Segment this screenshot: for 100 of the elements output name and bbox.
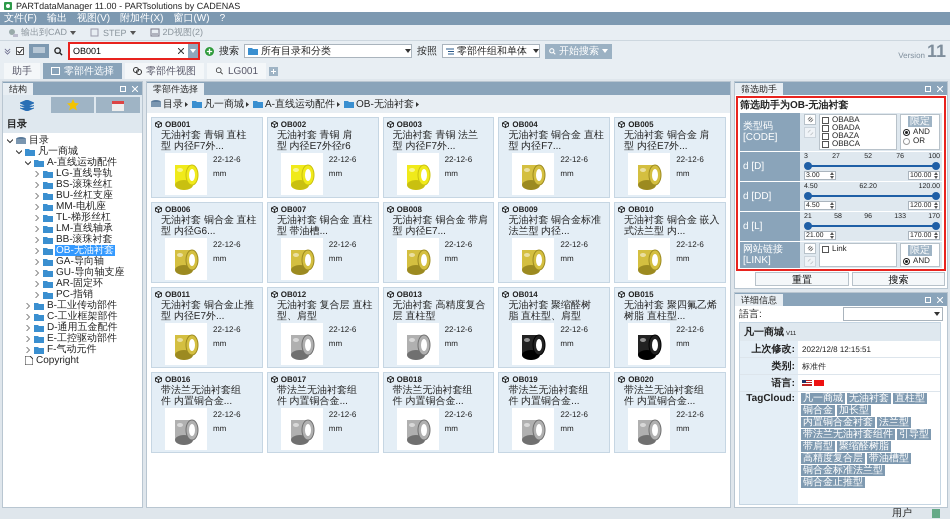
chevron-right-icon[interactable] — [25, 302, 31, 308]
breadcrumb-item[interactable]: 目录 — [151, 97, 188, 111]
breadcrumb-item[interactable]: A-直线运动配件 — [253, 97, 340, 111]
chevron-right-icon[interactable] — [34, 248, 40, 254]
part-card[interactable]: OB014 无油衬套 聚缩醛树脂 直柱型、肩型 22-12-6 mm — [498, 287, 610, 368]
chevron-right-icon[interactable] — [25, 346, 31, 352]
chevron-right-icon[interactable] — [34, 280, 40, 286]
radio-button[interactable] — [903, 138, 910, 144]
part-card[interactable]: OB002 无油衬套 青铜 肩型 内径E7外径r6 22-12-6 mm — [266, 117, 379, 198]
link-button[interactable] — [804, 114, 816, 125]
part-card[interactable]: OB006 无油衬套 铜合金 直柱型 内径G6... 22-12-6 mm — [151, 202, 263, 283]
checkbox[interactable] — [822, 140, 829, 148]
radio-button[interactable] — [903, 258, 910, 264]
chevron-right-icon[interactable] — [34, 236, 40, 242]
maximize-icon[interactable] — [925, 86, 931, 92]
checkbox-list[interactable]: Link — [819, 243, 897, 267]
chevron-right-icon[interactable] — [25, 336, 31, 342]
chevron-right-icon[interactable] — [34, 226, 40, 232]
tree-item[interactable]: MM-电机座 — [55, 201, 107, 212]
part-card[interactable]: OB012 无油衬套 复合层 直柱型、肩型 22-12-6 mm — [266, 287, 379, 368]
part-card[interactable]: OB008 无油衬套 铜合金 带肩型 内径E7... 22-12-6 mm — [382, 202, 494, 283]
panel-tab[interactable]: 结构 — [3, 83, 33, 95]
checkbox[interactable] — [822, 116, 829, 124]
part-card[interactable]: OB017 带法兰无油衬套组件 内置铜合金... 22-12-6 mm — [266, 372, 379, 453]
tree-item[interactable]: D-通用五金配件 — [46, 322, 119, 333]
part-card[interactable]: OB013 无油衬套 高精度复合层 直柱型 22-12-6 mm — [382, 287, 494, 368]
part-card[interactable]: OB009 无油衬套 铜合金标准法兰型 内径... 22-12-6 mm — [498, 202, 610, 283]
tree-item[interactable]: TL-梯形丝杠 — [55, 212, 112, 223]
slider-thumb[interactable] — [804, 162, 812, 170]
tree-item[interactable]: C-工业框架部件 — [46, 311, 119, 322]
close-icon[interactable] — [132, 86, 138, 92]
tree-item[interactable]: LG-直线导轨 — [55, 168, 114, 179]
tree-item[interactable]: BB-滚珠衬套 — [55, 234, 114, 245]
breadcrumb-item[interactable]: 凡一商城 — [192, 97, 249, 111]
slider-thumb[interactable] — [804, 192, 812, 200]
panel-tab[interactable]: 零部件选择 — [147, 83, 204, 95]
slider-thumb[interactable] — [932, 162, 940, 170]
chevron-right-icon[interactable] — [34, 258, 40, 264]
radio-button[interactable] — [903, 128, 910, 136]
chevron-right-icon[interactable] — [25, 324, 31, 330]
checkbox[interactable] — [822, 124, 829, 132]
chevron-down-icon[interactable] — [7, 138, 13, 144]
slider-thumb[interactable] — [804, 222, 812, 230]
maximize-icon[interactable] — [925, 297, 931, 303]
part-card[interactable]: OB005 无油衬套 铜合金 肩型 内径E7外... 22-12-6 mm — [614, 117, 726, 198]
tree-item[interactable]: A-直线运动配件 — [46, 157, 118, 168]
tree-item[interactable]: Copyright — [35, 355, 80, 366]
tree-item[interactable]: BU-丝杠支座 — [55, 190, 114, 201]
part-card[interactable]: OB019 带法兰无油衬套组件 内置铜合金... 22-12-6 mm — [498, 372, 610, 453]
text-search-toggle[interactable] — [29, 44, 49, 58]
part-card[interactable]: OB007 无油衬套 铜合金 直柱型 带油槽... 22-12-6 mm — [266, 202, 379, 283]
link-button[interactable] — [804, 243, 816, 254]
close-icon[interactable] — [937, 86, 943, 92]
checkbox-list[interactable]: OBABA OBADA OBAZA OBBCA — [819, 114, 897, 150]
chevron-right-icon[interactable] — [34, 292, 40, 298]
checkbox[interactable] — [16, 47, 24, 55]
tree-item[interactable]: GA-导向轴 — [55, 256, 105, 267]
plus-icon[interactable] — [205, 46, 214, 56]
chevron-down-icon[interactable] — [16, 148, 22, 154]
panel-tab[interactable]: 详细信息 — [735, 294, 783, 306]
scope-dropdown[interactable]: 所有目录和分类 — [244, 44, 412, 58]
checkbox[interactable] — [822, 132, 829, 140]
language-dropdown[interactable] — [843, 307, 943, 321]
part-card[interactable]: OB003 无油衬套 青铜 法兰型 内径F7外... 22-12-6 mm — [382, 117, 494, 198]
panel-tab[interactable]: 筛选助手 — [735, 83, 783, 95]
tree-item[interactable]: 目录 — [28, 135, 50, 146]
chevron-right-icon[interactable] — [34, 204, 40, 210]
tree-item[interactable]: E-工控驱动部件 — [46, 333, 118, 344]
spinner-icon[interactable] — [934, 172, 938, 179]
calendar-tab[interactable] — [96, 97, 140, 113]
checkbox[interactable] — [822, 246, 829, 252]
part-card[interactable]: OB020 带法兰无油衬套组件 内置铜合金... 22-12-6 mm — [614, 372, 726, 453]
tree-item[interactable]: F-气动元件 — [46, 344, 98, 355]
reset-button[interactable]: 重置 — [755, 272, 848, 286]
maximize-icon[interactable] — [120, 86, 126, 92]
clear-icon[interactable] — [178, 48, 184, 54]
tab[interactable]: 零部件视图 — [125, 63, 204, 79]
tree-item[interactable]: B-工业传动部件 — [46, 300, 118, 311]
part-card[interactable]: OB001 无油衬套 青铜 直柱型 内径F7外... 22-12-6 mm — [151, 117, 263, 198]
chevron-right-icon[interactable] — [34, 192, 40, 198]
tab[interactable]: LG001 — [207, 63, 266, 79]
part-card[interactable]: OB015 无油衬套 聚四氟乙烯树脂 直柱型... 22-12-6 mm — [614, 287, 726, 368]
chevron-right-icon[interactable] — [34, 182, 40, 188]
tree-item[interactable]: PC-指销 — [55, 289, 94, 300]
tab[interactable]: 助手 — [4, 63, 40, 79]
mode-dropdown[interactable]: 零部件组和单体 — [442, 44, 540, 58]
chevron-right-icon[interactable] — [34, 270, 40, 276]
chevron-right-icon[interactable] — [34, 214, 40, 220]
slider-thumb[interactable] — [932, 192, 940, 200]
tree-item[interactable]: BS-滚珠丝杠 — [55, 179, 114, 190]
spinner-icon[interactable] — [830, 172, 834, 179]
slider-thumb[interactable] — [932, 222, 940, 230]
tree-item[interactable]: GU-导向轴支座 — [55, 267, 126, 278]
collapse-icon[interactable] — [4, 48, 11, 54]
close-icon[interactable] — [937, 297, 943, 303]
part-card[interactable]: OB010 无油衬套 铜合金 嵌入式法兰型 内... 22-12-6 mm — [614, 202, 726, 283]
tree-item[interactable]: AR-固定环 — [55, 278, 104, 289]
part-card[interactable]: OB016 带法兰无油衬套组件 内置铜合金... 22-12-6 mm — [151, 372, 263, 453]
part-card[interactable]: OB018 带法兰无油衬套组件 内置铜合金... 22-12-6 mm — [382, 372, 494, 453]
part-card[interactable]: OB004 无油衬套 铜合金 直柱型 内径F7... 22-12-6 mm — [498, 117, 610, 198]
